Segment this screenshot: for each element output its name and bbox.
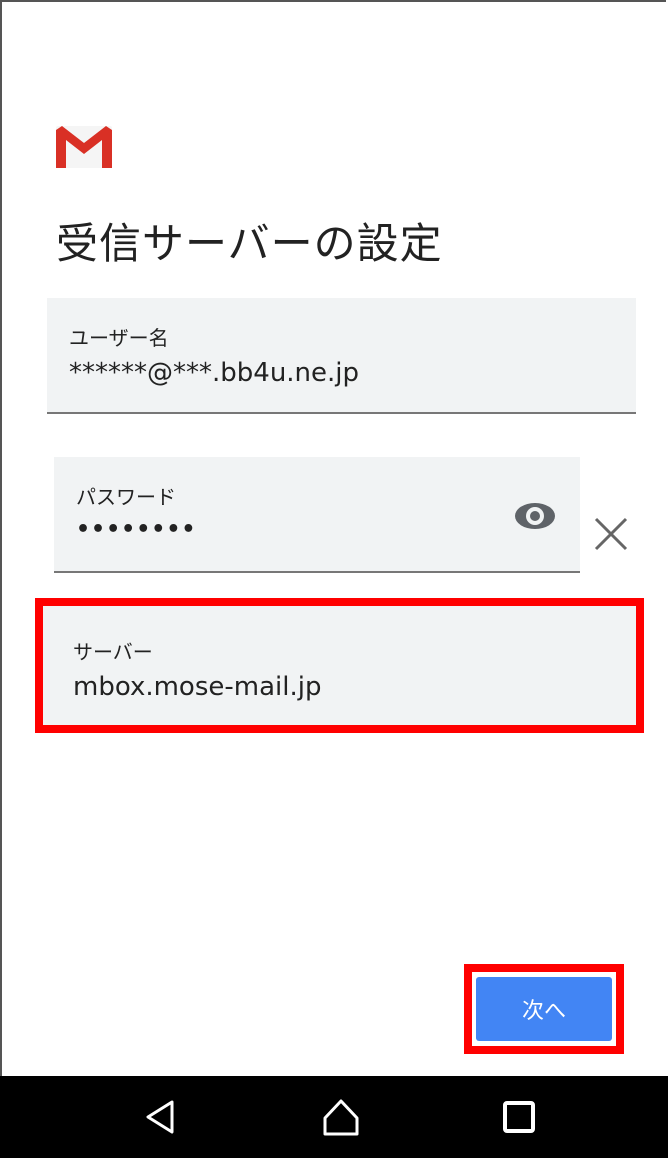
close-icon[interactable]: [592, 515, 630, 553]
server-field[interactable]: サーバー mbox.mose-mail.jp: [43, 606, 636, 725]
username-value[interactable]: ******@***.bb4u.ne.jp: [69, 358, 359, 388]
home-icon[interactable]: [320, 1096, 362, 1138]
password-field[interactable]: パスワード ••••••••: [54, 457, 580, 573]
page-title: 受信サーバーの設定: [56, 219, 443, 268]
back-triangle-icon[interactable]: [140, 1096, 182, 1138]
server-value[interactable]: mbox.mose-mail.jp: [73, 672, 321, 702]
password-underline: [54, 571, 580, 573]
password-value[interactable]: ••••••••: [76, 517, 197, 542]
next-button[interactable]: 次へ: [476, 977, 612, 1041]
password-label: パスワード: [76, 485, 176, 509]
server-label: サーバー: [73, 640, 153, 664]
username-label: ユーザー名: [69, 326, 169, 350]
android-nav-bar: [0, 1076, 668, 1158]
recents-square-icon[interactable]: [498, 1096, 540, 1138]
username-field[interactable]: ユーザー名 ******@***.bb4u.ne.jp: [47, 298, 636, 414]
eye-icon[interactable]: [512, 499, 558, 533]
gmail-logo-icon: [56, 126, 112, 168]
username-underline: [47, 412, 636, 414]
